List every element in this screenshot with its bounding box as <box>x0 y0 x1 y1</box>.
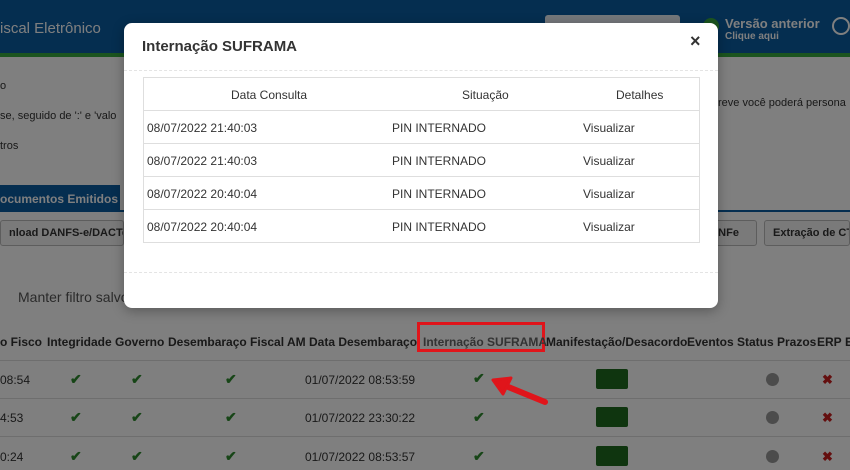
data-consulta-cell: 08/07/2022 21:40:03 <box>147 154 258 168</box>
col-header-internacao-suframa[interactable]: Internação SUFRAMA <box>423 335 547 349</box>
col-header-data-consulta: Data Consulta <box>231 88 308 102</box>
modal-title: Internação SUFRAMA <box>142 38 298 55</box>
table-row: 08/07/2022 20:40:04 PIN INTERNADO Visual… <box>144 176 699 209</box>
arrow-icon <box>491 376 548 405</box>
modal-divider <box>124 70 718 71</box>
col-header-situacao: Situação <box>462 88 509 102</box>
data-consulta-cell: 08/07/2022 20:40:04 <box>147 187 258 201</box>
situacao-cell: PIN INTERNADO <box>392 154 487 168</box>
visualizar-link[interactable]: Visualizar <box>583 121 635 135</box>
situacao-cell: PIN INTERNADO <box>392 121 487 135</box>
visualizar-link[interactable]: Visualizar <box>583 154 635 168</box>
close-icon[interactable]: × <box>690 31 701 52</box>
data-consulta-cell: 08/07/2022 20:40:04 <box>147 220 258 234</box>
table-row: 08/07/2022 21:40:03 PIN INTERNADO Visual… <box>144 110 699 143</box>
visualizar-link[interactable]: Visualizar <box>583 187 635 201</box>
suframa-table: Data Consulta Situação Detalhes 08/07/20… <box>143 77 700 243</box>
table-row: 08/07/2022 20:40:04 PIN INTERNADO Visual… <box>144 209 699 242</box>
data-consulta-cell: 08/07/2022 21:40:03 <box>147 121 258 135</box>
situacao-cell: PIN INTERNADO <box>392 220 487 234</box>
visualizar-link[interactable]: Visualizar <box>583 220 635 234</box>
col-header-detalhes: Detalhes <box>616 88 664 102</box>
suframa-modal: Internação SUFRAMA × Data Consulta Situa… <box>124 23 718 308</box>
modal-divider <box>124 272 718 273</box>
situacao-cell: PIN INTERNADO <box>392 187 487 201</box>
table-header-row: Data Consulta Situação Detalhes <box>144 78 699 110</box>
table-row: 08/07/2022 21:40:03 PIN INTERNADO Visual… <box>144 143 699 176</box>
